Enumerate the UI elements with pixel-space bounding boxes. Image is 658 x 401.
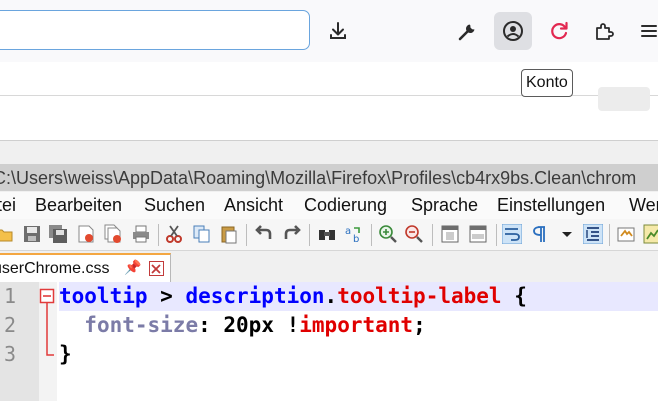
toolbar-separator [432,224,433,246]
svg-text:a: a [345,226,351,237]
tab-bar: userChrome.css 📌 [0,251,658,282]
code-line: font-size: 20px !important; [59,311,426,340]
tools-button[interactable] [449,12,487,50]
close-icon [151,264,161,274]
menu-item-sprache[interactable]: Sprache [411,195,478,216]
browser-bottom-edge [0,140,658,141]
app-menu-button[interactable] [630,12,658,50]
line-number: 1 [3,284,16,308]
save-all-icon[interactable] [48,224,68,244]
editor-toolbar: ab [0,219,658,251]
zoom-out-icon[interactable] [404,224,424,244]
firefox-toolbar [0,0,658,62]
sync-horizontal-icon[interactable] [468,224,488,244]
save-icon[interactable] [22,224,42,244]
fold-margin [39,282,57,401]
find-icon[interactable] [317,224,337,244]
tab-label: userChrome.css [0,260,110,277]
open-file-icon[interactable] [0,224,14,244]
selector-element: description [185,284,325,308]
selector-class: tooltip-label [337,284,502,308]
menu-bar: tei Bearbeiten Suchen Ansicht Codierung … [0,192,658,219]
menu-item-bearbeiten[interactable]: Bearbeiten [35,195,122,216]
semicolon: ; [413,313,426,337]
redo-icon[interactable] [282,224,302,244]
print-icon[interactable] [131,224,151,244]
toolbar-separator [371,224,372,246]
colon: : [198,313,224,337]
toolbar-separator [609,224,610,246]
url-bar[interactable] [0,10,310,50]
fold-minus-icon[interactable] [39,282,57,401]
code-line: } [59,340,72,369]
property-value: 20px [223,313,287,337]
account-button[interactable] [494,12,532,50]
pin-icon[interactable]: 📌 [124,259,141,276]
menu-item-werkzeuge[interactable]: Werk [629,195,658,216]
reload-button[interactable] [540,12,578,50]
reload-icon [551,21,568,40]
account-tooltip: Konto [521,69,573,97]
menu-item-ansicht[interactable]: Ansicht [224,195,283,216]
show-all-chars-icon[interactable] [530,224,550,244]
line-number: 3 [3,342,16,366]
extensions-icon [596,23,614,40]
extensions-button[interactable] [585,12,623,50]
close-all-icon[interactable] [103,224,123,244]
window-title: C:\Users\weiss\AppData\Roaming\Mozilla\F… [0,164,658,191]
folder-as-workspace-icon[interactable] [616,224,636,244]
toolbar-separator [309,224,310,246]
wrench-icon [458,24,475,41]
word-wrap-icon[interactable] [502,224,522,244]
menu-item-datei[interactable]: tei [0,195,16,216]
download-button[interactable] [319,12,357,50]
tab-close-button[interactable] [149,261,164,276]
toolbar-separator [246,224,247,246]
important-keyword: important [299,313,414,337]
menu-item-suchen[interactable]: Suchen [144,195,205,216]
code-editor[interactable]: 1 2 3 tooltip > description.tooltip-labe… [0,282,658,401]
tab-userchrome-css[interactable]: userChrome.css 📌 [0,253,171,282]
toolbar-separator [158,224,159,246]
replace-icon[interactable]: ab [344,224,364,244]
account-icon [503,21,523,41]
download-icon [330,22,346,39]
copy-icon[interactable] [192,224,212,244]
line-number-gutter: 1 2 3 [0,282,39,401]
code-line: tooltip > description.tooltip-label { [59,282,658,311]
svg-text:b: b [353,234,359,244]
combinator: > [147,284,186,308]
close-brace: } [59,342,72,366]
indent-guide-icon[interactable] [583,224,603,244]
cut-icon[interactable] [164,224,184,244]
menu-item-einstellungen[interactable]: Einstellungen [497,195,605,216]
class-dot: . [324,284,338,308]
document-map-icon[interactable] [643,224,658,244]
close-file-icon[interactable] [76,224,96,244]
zoom-in-icon[interactable] [378,224,398,244]
menu-icon [641,25,657,37]
dropdown-arrow-icon[interactable] [557,224,577,244]
undo-icon[interactable] [254,224,274,244]
line-number: 2 [3,313,16,337]
paste-icon[interactable] [219,224,239,244]
sync-vertical-icon[interactable] [440,224,460,244]
bang: ! [286,313,300,337]
property-name: font-size [84,313,199,337]
content-button[interactable] [598,87,650,111]
open-brace: { [501,284,527,308]
menu-item-codierung[interactable]: Codierung [304,195,387,216]
selector-element: tooltip [59,284,148,308]
toolbar-separator [496,224,497,246]
